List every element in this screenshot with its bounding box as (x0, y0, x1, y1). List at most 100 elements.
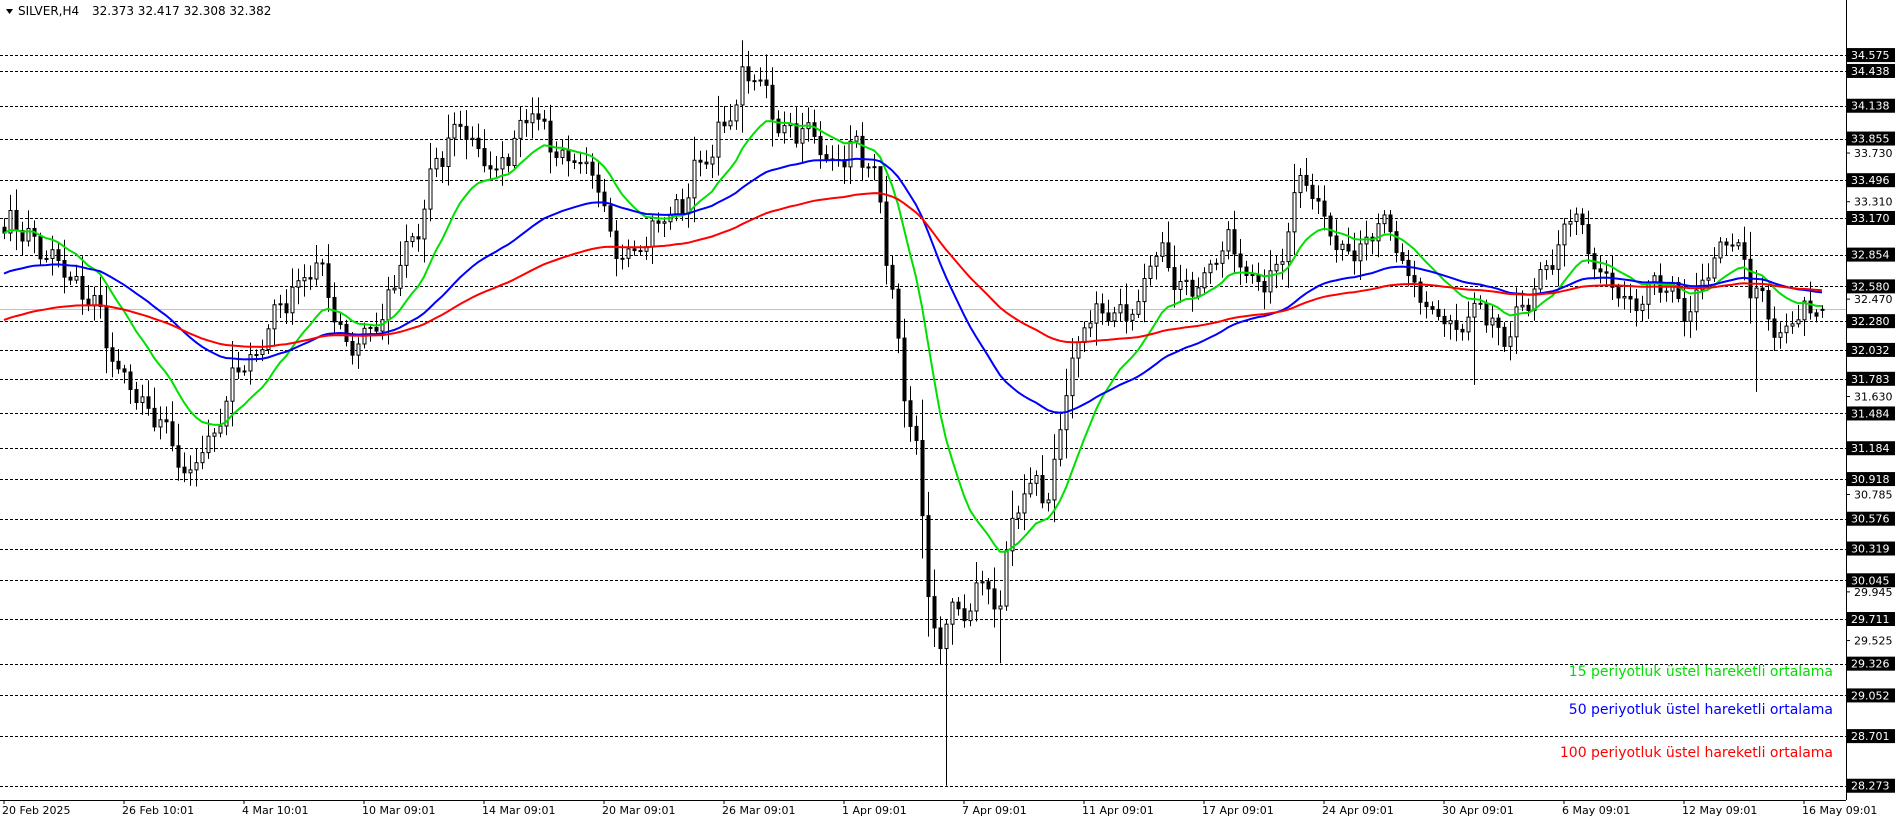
candle-body (1328, 215, 1333, 237)
candle-body (1436, 308, 1441, 317)
candle-body (1736, 242, 1741, 247)
candle-body (1280, 261, 1285, 265)
price-tick-label: 29.525 (1854, 635, 1893, 648)
candle-body (578, 161, 583, 165)
candle-body (404, 241, 409, 266)
candle-body (662, 221, 667, 224)
candle-body (50, 249, 55, 259)
candle-body (878, 166, 883, 203)
candle-body (338, 321, 343, 325)
candle-body (1412, 275, 1417, 283)
price-tick-label: 33.310 (1854, 196, 1893, 209)
candle-body (248, 354, 253, 372)
price-tick-label: 33.730 (1854, 147, 1893, 160)
candle-body (1034, 475, 1039, 484)
candle-body (764, 79, 769, 86)
candle-body (68, 276, 73, 281)
candle-body (440, 157, 445, 167)
candle-body (1160, 242, 1165, 257)
candle-body (398, 264, 403, 289)
candle-body (752, 80, 757, 83)
candle-body (1202, 272, 1207, 289)
candle-body (56, 249, 61, 261)
time-tick-label: 6 May 09:01 (1562, 804, 1630, 817)
time-tick-label: 10 Mar 09:01 (362, 804, 435, 817)
candle-body (530, 113, 535, 124)
candle-body (1118, 304, 1123, 314)
candle-body (194, 462, 199, 471)
candle-body (278, 303, 283, 306)
candle-body (1262, 281, 1267, 293)
candle-body (392, 287, 397, 291)
candle-body (800, 128, 805, 144)
candle-body (1082, 327, 1087, 343)
candle-body (938, 627, 943, 650)
candle-body (1184, 279, 1189, 282)
candle-body (1766, 290, 1771, 320)
candle-body (410, 236, 415, 243)
candle-body (776, 118, 781, 134)
candle-body (542, 118, 547, 122)
candle-body (524, 119, 529, 124)
candle-body (512, 137, 517, 167)
candle-body (1334, 235, 1339, 251)
candle-body (1760, 287, 1765, 292)
candle-body (164, 419, 169, 423)
candle-body (980, 581, 985, 584)
candle-body (632, 248, 637, 252)
candle-body (1808, 300, 1813, 314)
candle-body (560, 149, 565, 158)
candle-body (650, 220, 655, 248)
candle-body (740, 66, 745, 106)
candle-body (110, 347, 115, 362)
candle-body (1598, 268, 1603, 273)
candle-body (1046, 499, 1051, 504)
candle-body (680, 199, 685, 215)
price-tick-label: 30.785 (1854, 488, 1893, 501)
candle-body (1472, 302, 1477, 318)
level-label: 34.575 (1851, 49, 1890, 62)
candle-body (1244, 266, 1249, 276)
candle-body (1640, 303, 1645, 312)
candle-body (326, 263, 331, 298)
candle-body (1538, 269, 1543, 290)
candle-body (1514, 306, 1519, 338)
candle-body (986, 581, 991, 590)
candle-body (698, 159, 703, 163)
price-chart[interactable]: 33.730 33.310 32.470 31.630 30.785 29.945 29.5… (0, 0, 1896, 820)
candle-body (1544, 265, 1549, 271)
candle-body (1730, 244, 1735, 247)
candle-body (320, 262, 325, 265)
candle-body (1214, 262, 1219, 265)
candle-body (1754, 287, 1759, 299)
candle-body (1718, 241, 1723, 259)
candle-body (1208, 263, 1213, 274)
candle-body (566, 149, 571, 162)
candle-body (944, 623, 949, 650)
time-tick-label: 1 Apr 09:01 (842, 804, 907, 817)
candle-body (1466, 316, 1471, 333)
candle-body (1016, 512, 1021, 519)
level-label: 31.783 (1851, 373, 1890, 386)
candle-body (1286, 231, 1291, 263)
candle-body (848, 140, 853, 168)
candle-body (1712, 257, 1717, 279)
level-label: 34.138 (1851, 100, 1890, 113)
candle-body (1394, 231, 1399, 254)
time-tick-label: 14 Mar 09:01 (482, 804, 555, 817)
candle-body (1340, 243, 1345, 251)
candle-body (116, 360, 121, 370)
candle-body (1814, 312, 1819, 317)
candle-body (1196, 287, 1201, 297)
candle-body (758, 79, 763, 82)
candle-body (428, 168, 433, 210)
candle-body (1028, 482, 1033, 495)
candle-body (1190, 279, 1195, 297)
candle-body (1616, 286, 1621, 299)
candle-body (920, 440, 925, 517)
candle-body (854, 135, 859, 142)
candle-body (128, 371, 133, 391)
candle-body (284, 303, 289, 314)
candle-body (1442, 315, 1447, 325)
candle-body (1484, 302, 1489, 326)
